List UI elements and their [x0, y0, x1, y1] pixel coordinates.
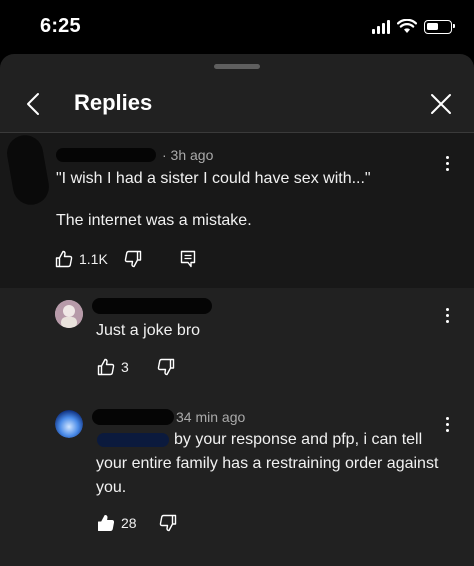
avatar[interactable]: [55, 410, 83, 438]
sheet-grabber[interactable]: [214, 64, 260, 69]
comment-meta: · 3h ago: [56, 147, 213, 163]
redacted-mention: [97, 433, 169, 447]
comment-actions: 1.1K: [55, 250, 196, 268]
more-options-button[interactable]: [440, 305, 454, 325]
status-time: 6:25: [40, 15, 81, 37]
redacted-username: [92, 409, 174, 425]
status-bar: 6:25: [0, 0, 474, 54]
avatar[interactable]: [4, 132, 52, 208]
comment-actions: 28: [97, 514, 177, 532]
close-button[interactable]: [426, 88, 456, 120]
comment-meta: 34 min ago: [92, 409, 245, 425]
like-count: 3: [121, 359, 129, 375]
back-button[interactable]: [18, 88, 48, 120]
thumb-down-icon: [124, 250, 142, 268]
comment-text: Just a joke bro: [96, 322, 201, 339]
like-count: 28: [121, 515, 137, 531]
redacted-username: [92, 298, 212, 314]
avatar-image: [55, 300, 83, 328]
comment-text: "I wish I had a sister I could have sex …: [56, 168, 436, 252]
avatar[interactable]: [55, 300, 83, 328]
comment-actions: 3: [97, 358, 175, 376]
thumb-down-icon: [157, 358, 174, 376]
comment-timestamp: · 3h ago: [162, 147, 214, 163]
more-options-button[interactable]: [440, 153, 454, 173]
thumb-up-icon: [55, 250, 73, 268]
redacted-username: [56, 148, 156, 162]
comment-meta: [92, 298, 212, 314]
thumb-up-icon: [97, 358, 115, 376]
wifi-icon: [397, 19, 417, 33]
replies-header: Replies: [0, 76, 474, 132]
dislike-button[interactable]: [124, 250, 142, 268]
battery-icon: [424, 19, 455, 34]
comment-line: The internet was a mistake.: [56, 212, 252, 229]
page-title: Replies: [74, 90, 153, 115]
comment-timestamp: 34 min ago: [176, 409, 246, 425]
reply-button[interactable]: [180, 250, 196, 268]
like-count: 1.1K: [79, 251, 108, 267]
chevron-left-icon: [27, 93, 39, 115]
dislike-button[interactable]: [157, 358, 175, 376]
avatar-image: [55, 410, 83, 438]
comment-icon: [180, 250, 196, 268]
like-button[interactable]: 28: [97, 514, 137, 532]
like-button[interactable]: 1.1K: [55, 250, 108, 268]
status-icons: [372, 19, 455, 34]
thumb-up-filled-icon: [98, 515, 115, 531]
dislike-button[interactable]: [159, 514, 177, 532]
comment-line: "I wish I had a sister I could have sex …: [56, 170, 371, 187]
parent-comment: · 3h ago "I wish I had a sister I could …: [0, 132, 474, 288]
close-icon: [431, 94, 451, 114]
replies-sheet: Replies · 3h ago "I wish I had a sister …: [0, 54, 474, 566]
like-button[interactable]: 3: [97, 358, 129, 376]
thumb-down-icon: [159, 514, 176, 532]
cellular-signal-icon: [372, 19, 390, 34]
